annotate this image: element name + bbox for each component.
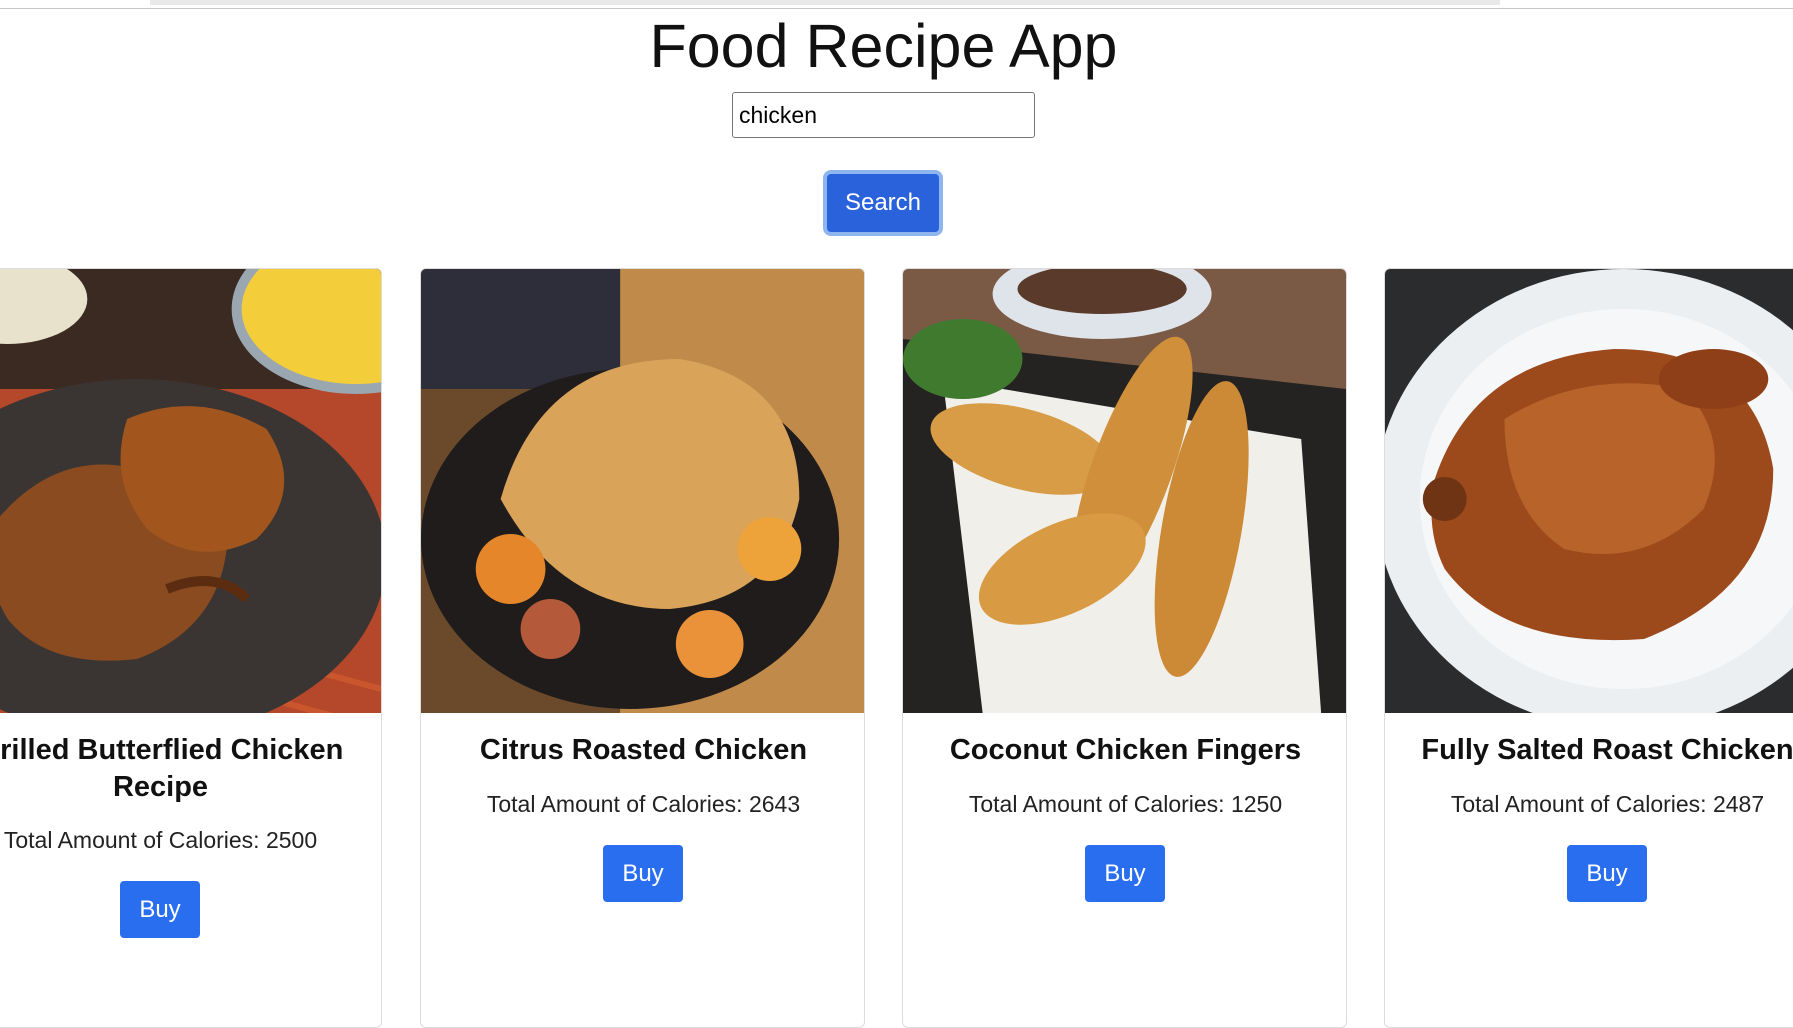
recipe-card: Citrus Roasted Chicken Total Amount of C… [420, 268, 865, 1028]
buy-button[interactable]: Buy [120, 881, 200, 938]
search-button[interactable]: Search [823, 170, 943, 236]
recipe-title: Citrus Roasted Chicken [479, 734, 808, 766]
buy-button[interactable]: Buy [1085, 845, 1165, 902]
browser-top-edge [0, 0, 1793, 9]
page-title: Food Recipe App [649, 12, 1118, 80]
recipe-title: Fully Salted Roast Chicken [1421, 734, 1793, 766]
recipe-calories: Total Amount of Calories: 2500 [3, 827, 318, 853]
recipe-calories: Total Amount of Calories: 1250 [968, 791, 1283, 817]
recipe-card: Grilled Butterflied Chicken Recipe Total… [0, 268, 382, 1028]
recipe-title: Grilled Butterflied Chicken Recipe [0, 734, 344, 803]
search-input[interactable] [732, 92, 1035, 138]
recipe-calories: Total Amount of Calories: 2487 [1450, 791, 1765, 817]
recipe-card: Coconut Chicken Fingers Total Amount of … [902, 268, 1347, 1028]
recipe-card: Fully Salted Roast Chicken Total Amount … [1384, 268, 1793, 1028]
recipe-image [0, 269, 381, 713]
recipe-title: Coconut Chicken Fingers [949, 734, 1302, 766]
recipe-image [903, 269, 1346, 713]
recipe-calories: Total Amount of Calories: 2643 [486, 791, 801, 817]
recipe-image [1385, 269, 1793, 713]
buy-button[interactable]: Buy [1567, 845, 1647, 902]
recipe-image [421, 269, 864, 713]
buy-button[interactable]: Buy [603, 845, 683, 902]
